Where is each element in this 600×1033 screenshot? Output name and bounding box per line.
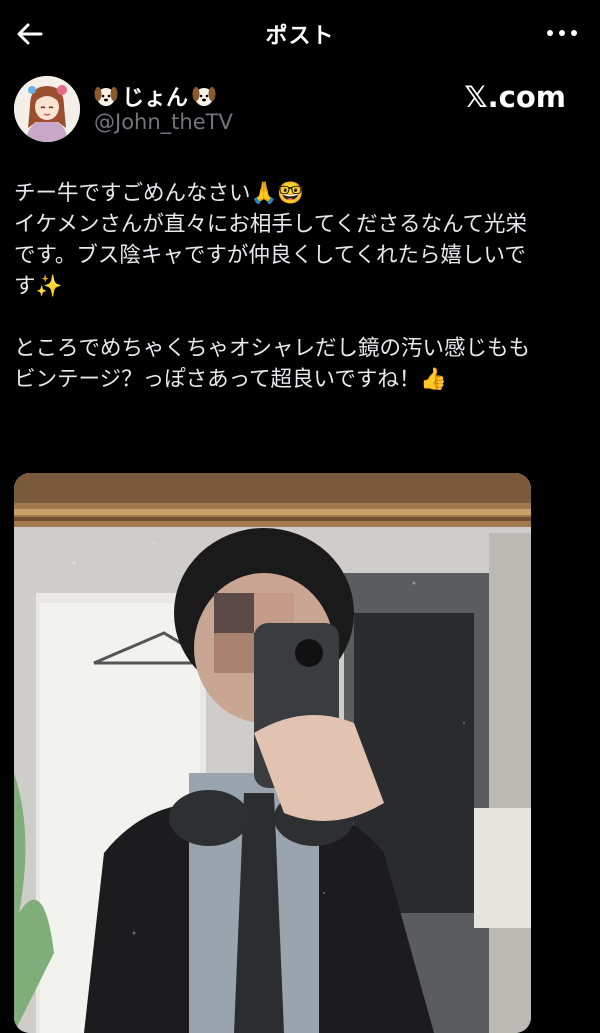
anime-avatar-icon (14, 76, 80, 142)
more-options-button[interactable] (544, 18, 580, 48)
post-text: チー牛ですごめんなさい🙏🤓 イケメンさんが直々にお相手してくださるなんて光栄 で… (14, 178, 594, 395)
author-handle[interactable]: @John_theTV (94, 110, 233, 134)
post-line: チー牛ですごめんなさい🙏🤓 (14, 181, 305, 206)
dog-face-icon (192, 87, 216, 106)
author-name[interactable]: じょん (94, 80, 216, 112)
post-line: です。ブス陰キャですが仲良くしてくれたら嬉しいで (14, 243, 526, 268)
author-display-name: じょん (122, 86, 189, 111)
post-image[interactable] (14, 473, 531, 1033)
post-line: す✨ (14, 274, 63, 299)
top-bar: ポスト (0, 0, 600, 66)
post-line: ビンテージ？っぽさあって超良いですね！👍 (14, 367, 448, 392)
avatar[interactable] (14, 76, 80, 142)
post-line: ところでめちゃくちゃオシャレだし鏡の汚い感じもも (14, 336, 531, 361)
x-logo: 𝕏.com (464, 80, 566, 114)
more-horizontal-icon (547, 30, 577, 36)
mirror-selfie-photo-icon (14, 473, 531, 1033)
dog-face-icon (94, 87, 118, 106)
post-line (14, 302, 594, 333)
post-line: イケメンさんが直々にお相手してくださるなんて光栄 (14, 212, 527, 237)
page-title: ポスト (265, 24, 335, 49)
